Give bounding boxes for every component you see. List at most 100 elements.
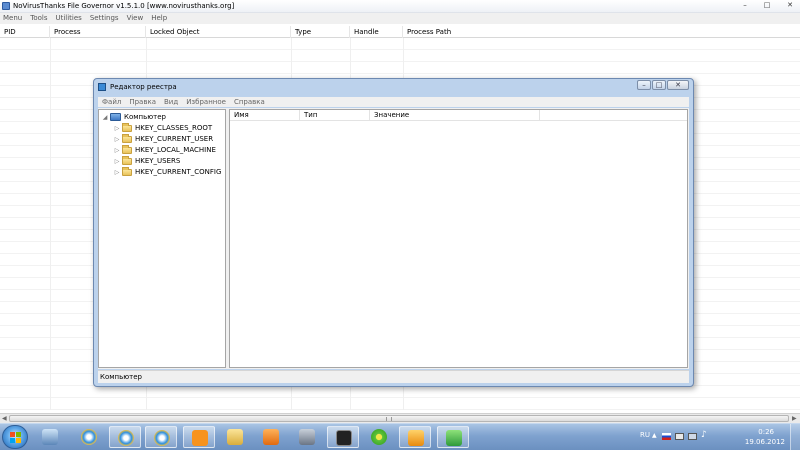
column-process-path[interactable]: Process Path: [403, 26, 800, 38]
action-center-icon[interactable]: [675, 433, 684, 440]
main-menu-bar: Menu Tools Utilities Settings View Help: [0, 13, 800, 24]
menu-item-settings[interactable]: Settings: [90, 13, 119, 24]
registry-editor-icon: [98, 83, 106, 91]
expand-arrow-icon[interactable]: ▷: [113, 158, 121, 165]
registry-window-title: Редактор реестра: [110, 83, 177, 91]
registry-values-list[interactable]: Имя Тип Значение: [229, 109, 688, 368]
grid-line: [50, 38, 51, 410]
registry-editor-window: Редактор реестра – □ ✕ Файл Правка Вид И…: [93, 78, 694, 387]
menu-item-tools[interactable]: Tools: [30, 13, 47, 24]
taskbar-item-media-player[interactable]: [255, 426, 287, 448]
menu-item-view[interactable]: View: [127, 13, 144, 24]
column-locked-object[interactable]: Locked Object: [146, 26, 291, 38]
main-list-header: PID Process Locked Object Type Handle Pr…: [0, 26, 800, 38]
show-desktop-button[interactable]: [790, 424, 800, 450]
menu-item-help[interactable]: Help: [151, 13, 167, 24]
start-button[interactable]: [2, 425, 28, 449]
menu-item-help[interactable]: Справка: [234, 97, 265, 107]
registry-close-button[interactable]: ✕: [667, 80, 689, 90]
taskbar-item-file-governor[interactable]: [437, 426, 469, 448]
tree-item-computer[interactable]: ◢ Компьютер: [101, 112, 166, 122]
folder-icon: [122, 144, 132, 154]
registry-status-bar: Компьютер: [98, 370, 689, 383]
network-icon[interactable]: [688, 433, 697, 440]
column-process[interactable]: Process: [50, 26, 146, 38]
scroll-right-icon[interactable]: ▶: [792, 415, 797, 422]
app-icon: [2, 2, 10, 10]
russian-flag-icon[interactable]: [662, 433, 671, 440]
column-value[interactable]: Значение: [370, 110, 540, 121]
tree-item-label: HKEY_CLASSES_ROOT: [135, 124, 213, 132]
menu-item-view[interactable]: Вид: [164, 97, 178, 107]
menu-item-file[interactable]: Файл: [102, 97, 121, 107]
odnoklassniki-icon: [192, 430, 208, 446]
scroll-left-icon[interactable]: ◀: [2, 415, 7, 422]
status-path: Компьютер: [100, 373, 142, 381]
app-icon: [408, 430, 424, 446]
scrollbar-grip-icon: [386, 417, 392, 421]
file-manager-icon: [42, 429, 58, 445]
main-maximize-button[interactable]: □: [756, 0, 778, 10]
column-handle[interactable]: Handle: [350, 26, 403, 38]
volume-icon[interactable]: ♪: [701, 430, 707, 440]
registry-tree[interactable]: ◢ Компьютер ▷ HKEY_CLASSES_ROOT ▷ HKEY_C…: [98, 109, 226, 368]
file-governor-icon: [446, 430, 462, 446]
internet-explorer-icon: [154, 430, 170, 446]
folder-icon: [122, 166, 132, 176]
tree-item-hkey-current-config[interactable]: ▷ HKEY_CURRENT_CONFIG: [113, 166, 222, 177]
registry-minimize-button[interactable]: –: [637, 80, 651, 90]
menu-item-utilities[interactable]: Utilities: [55, 13, 81, 24]
tree-item-hkey-current-user[interactable]: ▷ HKEY_CURRENT_USER: [113, 133, 213, 144]
taskbar-item-icq[interactable]: [363, 426, 395, 448]
registry-maximize-button[interactable]: □: [652, 80, 666, 90]
main-minimize-button[interactable]: –: [734, 0, 756, 10]
main-title-bar: NoVirusThanks File Governor v1.5.1.0 [ww…: [0, 0, 800, 13]
computer-icon: [110, 113, 121, 121]
tray-overflow-icon[interactable]: ▲: [652, 432, 657, 439]
tree-item-label: HKEY_CURRENT_CONFIG: [135, 168, 222, 176]
taskbar-item-internet-explorer-3[interactable]: [145, 426, 177, 448]
collapse-arrow-icon[interactable]: ◢: [101, 114, 109, 121]
clock-date[interactable]: 19.06.2012: [745, 438, 785, 446]
taskbar-item-file-manager[interactable]: [34, 426, 66, 448]
scrollbar-thumb[interactable]: [9, 415, 789, 422]
taskbar-item-odnoklassniki[interactable]: [183, 426, 215, 448]
utility-icon: [299, 429, 315, 445]
tree-item-hkey-users[interactable]: ▷ HKEY_USERS: [113, 155, 180, 166]
taskbar-item-utility[interactable]: [291, 426, 323, 448]
column-type[interactable]: Тип: [300, 110, 370, 121]
values-list-header: Имя Тип Значение: [230, 110, 687, 121]
main-window-title: NoVirusThanks File Governor v1.5.1.0 [ww…: [13, 2, 235, 10]
folder-icon: [122, 122, 132, 132]
taskbar-item-internet-explorer-2[interactable]: [109, 426, 141, 448]
menu-item-menu[interactable]: Menu: [3, 13, 22, 24]
expand-arrow-icon[interactable]: ▷: [113, 125, 121, 132]
tree-item-label: HKEY_LOCAL_MACHINE: [135, 146, 216, 154]
internet-explorer-icon: [81, 429, 97, 445]
taskbar-item-internet-explorer[interactable]: [73, 426, 105, 448]
registry-title-bar[interactable]: Редактор реестра – □ ✕: [94, 79, 693, 95]
horizontal-scrollbar[interactable]: ◀ ▶: [0, 413, 800, 423]
taskbar-item-winamp-like[interactable]: [399, 426, 431, 448]
folder-icon: [122, 155, 132, 165]
tree-item-hkey-classes-root[interactable]: ▷ HKEY_CLASSES_ROOT: [113, 122, 213, 133]
menu-item-edit[interactable]: Правка: [129, 97, 156, 107]
expand-arrow-icon[interactable]: ▷: [113, 169, 121, 176]
taskbar-item-folder[interactable]: [219, 426, 251, 448]
expand-arrow-icon[interactable]: ▷: [113, 147, 121, 154]
expand-arrow-icon[interactable]: ▷: [113, 136, 121, 143]
clock-time[interactable]: 0:26: [758, 428, 774, 436]
language-indicator[interactable]: RU: [640, 431, 650, 439]
media-player-icon: [263, 429, 279, 445]
system-tray: RU ▲ ♪ 0:26 19.06.2012: [640, 424, 800, 450]
column-name[interactable]: Имя: [230, 110, 300, 121]
column-type[interactable]: Type: [291, 26, 350, 38]
registry-menu-bar: Файл Правка Вид Избранное Справка: [98, 97, 689, 107]
taskbar-item-game[interactable]: [327, 426, 359, 448]
folder-icon: [122, 133, 132, 143]
folder-icon: [227, 429, 243, 445]
tree-item-hkey-local-machine[interactable]: ▷ HKEY_LOCAL_MACHINE: [113, 144, 216, 155]
menu-item-favorites[interactable]: Избранное: [186, 97, 226, 107]
main-close-button[interactable]: ✕: [778, 0, 800, 10]
column-pid[interactable]: PID: [0, 26, 50, 38]
